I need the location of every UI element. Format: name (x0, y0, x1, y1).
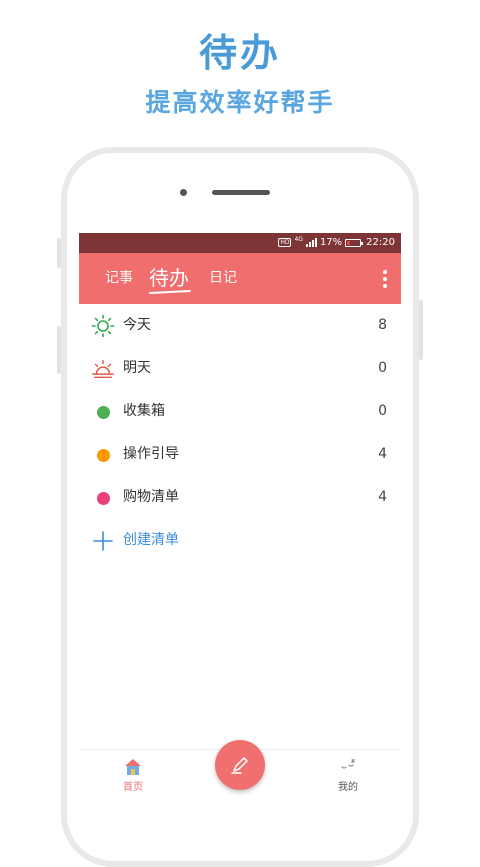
compose-fab[interactable] (215, 740, 265, 790)
orange-dot-icon (91, 443, 115, 467)
nav-home[interactable]: 首页 (103, 750, 163, 793)
tab-diary-label: 日记 (209, 270, 237, 286)
todo-lists: 今天 8 明天 0 收集箱 0 操作引导 4 购物清单 4 创建清单 (79, 304, 401, 562)
hd-badge: HD (278, 238, 292, 247)
nav-mine-label: 我的 (338, 782, 358, 793)
list-item-inbox[interactable]: 收集箱 0 (79, 390, 401, 433)
list-count: 4 (378, 489, 387, 505)
clock: 22:20 (366, 237, 395, 248)
list-item-tomorrow[interactable]: 明天 0 (79, 347, 401, 390)
promo-subline: 提高效率好帮手 (145, 88, 335, 117)
list-item-today[interactable]: 今天 8 (79, 304, 401, 347)
nav-mine[interactable]: 我的 (318, 750, 378, 793)
list-item-shopping[interactable]: 购物清单 4 (79, 476, 401, 519)
side-button-left (57, 238, 61, 268)
smile-face-icon (341, 759, 356, 769)
create-list-label: 创建清单 (123, 532, 179, 548)
tab-notes[interactable]: 记事 (105, 253, 133, 304)
pink-dot-icon (91, 486, 115, 510)
list-label: 操作引导 (123, 446, 179, 462)
sunrise-icon (91, 357, 115, 381)
list-label: 明天 (123, 360, 151, 376)
app-screen: HD 4G 17% 22:20 记事 待办 日记 今天 8 明天 0 收集箱 0… (79, 233, 401, 800)
nav-home-label: 首页 (123, 782, 143, 793)
tab-diary[interactable]: 日记 (209, 253, 237, 304)
tab-todo[interactable]: 待办 (148, 253, 192, 304)
network-type: 4G (294, 236, 303, 243)
list-label: 收集箱 (123, 403, 165, 419)
battery-percent: 17% (319, 237, 343, 248)
status-bar: HD 4G 17% 22:20 (79, 233, 401, 253)
create-list-button[interactable]: 创建清单 (79, 519, 401, 562)
promo-headline: 待办 (198, 31, 281, 75)
green-dot-icon (91, 400, 115, 424)
list-count: 0 (378, 403, 387, 419)
signal-icon (305, 238, 317, 247)
top-toolbar: 记事 待办 日记 (79, 253, 401, 304)
side-button-left-2 (57, 326, 61, 374)
more-vertical-icon[interactable] (383, 270, 387, 288)
side-button-right (419, 300, 423, 360)
active-tab-indicator (148, 289, 192, 295)
list-label: 今天 (123, 317, 151, 333)
tab-todo-label: 待办 (149, 266, 189, 290)
pencil-icon (231, 757, 248, 774)
tab-notes-label: 记事 (105, 270, 133, 286)
bottom-nav: 首页 我的 (79, 740, 401, 800)
list-item-guide[interactable]: 操作引导 4 (79, 433, 401, 476)
sun-icon (91, 314, 115, 338)
plus-icon (91, 529, 115, 553)
list-label: 购物清单 (123, 489, 179, 505)
speaker-grille (212, 190, 270, 195)
list-count: 4 (378, 446, 387, 462)
home-icon (125, 759, 141, 775)
camera-icon (180, 189, 187, 196)
list-count: 8 (378, 317, 387, 333)
battery-icon (345, 238, 364, 247)
list-count: 0 (378, 360, 387, 376)
